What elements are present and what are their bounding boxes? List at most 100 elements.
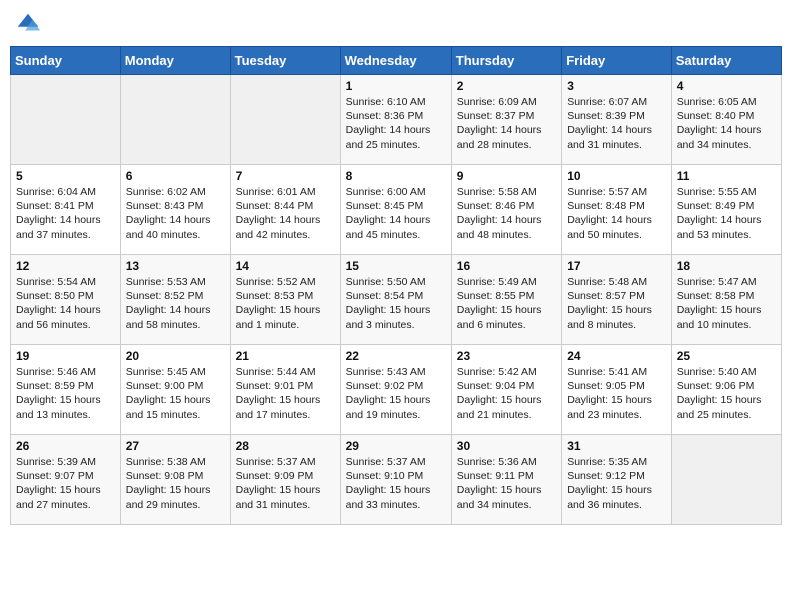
day-number: 20: [126, 349, 225, 363]
day-info: Sunrise: 5:37 AM Sunset: 9:09 PM Dayligh…: [236, 455, 335, 512]
day-number: 9: [457, 169, 556, 183]
day-info: Sunrise: 6:02 AM Sunset: 8:43 PM Dayligh…: [126, 185, 225, 242]
day-number: 5: [16, 169, 115, 183]
calendar-cell: 25Sunrise: 5:40 AM Sunset: 9:06 PM Dayli…: [671, 345, 781, 435]
logo: [14, 10, 44, 38]
calendar-week-4: 19Sunrise: 5:46 AM Sunset: 8:59 PM Dayli…: [11, 345, 782, 435]
calendar-cell: 5 Sunrise: 6:04 AM Sunset: 8:41 PM Daylig…: [11, 165, 121, 255]
calendar-body: 1Sunrise: 6:10 AM Sunset: 8:36 PM Daylig…: [11, 75, 782, 525]
day-info: Sunrise: 6:00 AM Sunset: 8:45 PM Dayligh…: [346, 185, 446, 242]
day-info: Sunrise: 5:44 AM Sunset: 9:01 PM Dayligh…: [236, 365, 335, 422]
calendar-week-5: 26 Sunrise: 5:39 AM Sunset: 9:07 PM Dayli…: [11, 435, 782, 525]
calendar-cell: 11 Sunrise: 5:55 AM Sunset: 8:49 PM Dayli…: [671, 165, 781, 255]
day-info: Sunrise: 6:07 AM Sunset: 8:39 PM Dayligh…: [567, 95, 666, 152]
day-number: 7: [236, 169, 335, 183]
calendar-cell: 29 Sunrise: 5:37 AM Sunset: 9:10 PM Dayli…: [340, 435, 451, 525]
calendar-cell: 10 Sunrise: 5:57 AM Sunset: 8:48 PM Dayli…: [562, 165, 672, 255]
day-info: Sunrise: 5:49 AM Sunset: 8:55 PM Dayligh…: [457, 275, 556, 332]
day-number: 27: [126, 439, 225, 453]
day-header-saturday: Saturday: [671, 47, 781, 75]
day-header-monday: Monday: [120, 47, 230, 75]
calendar-cell: 20 Sunrise: 5:45 AM Sunset: 9:00 PM Dayli…: [120, 345, 230, 435]
day-header-thursday: Thursday: [451, 47, 561, 75]
day-number: 1: [346, 79, 446, 93]
calendar-cell: 21 Sunrise: 5:44 AM Sunset: 9:01 PM Dayli…: [230, 345, 340, 435]
day-info: Sunrise: 6:01 AM Sunset: 8:44 PM Dayligh…: [236, 185, 335, 242]
day-number: 2: [457, 79, 556, 93]
calendar-cell: 18 Sunrise: 5:47 AM Sunset: 8:58 PM Dayli…: [671, 255, 781, 345]
day-info: Sunrise: 5:50 AM Sunset: 8:54 PM Dayligh…: [346, 275, 446, 332]
calendar-week-2: 5 Sunrise: 6:04 AM Sunset: 8:41 PM Daylig…: [11, 165, 782, 255]
day-number: 12: [16, 259, 115, 273]
day-info: Sunrise: 6:05 AM Sunset: 8:40 PM Dayligh…: [677, 95, 776, 152]
calendar-cell: 23Sunrise: 5:42 AM Sunset: 9:04 PM Dayli…: [451, 345, 561, 435]
day-info: Sunrise: 5:38 AM Sunset: 9:08 PM Dayligh…: [126, 455, 225, 512]
day-number: 18: [677, 259, 776, 273]
day-info: Sunrise: 5:41 AM Sunset: 9:05 PM Dayligh…: [567, 365, 666, 422]
day-info: Sunrise: 6:04 AM Sunset: 8:41 PM Dayligh…: [16, 185, 115, 242]
calendar-week-1: 1Sunrise: 6:10 AM Sunset: 8:36 PM Daylig…: [11, 75, 782, 165]
calendar-cell: 17Sunrise: 5:48 AM Sunset: 8:57 PM Dayli…: [562, 255, 672, 345]
calendar-cell: 9 Sunrise: 5:58 AM Sunset: 8:46 PM Daylig…: [451, 165, 561, 255]
calendar-cell: 4Sunrise: 6:05 AM Sunset: 8:40 PM Daylig…: [671, 75, 781, 165]
calendar-cell: 26 Sunrise: 5:39 AM Sunset: 9:07 PM Dayli…: [11, 435, 121, 525]
calendar-cell: 7 Sunrise: 6:01 AM Sunset: 8:44 PM Daylig…: [230, 165, 340, 255]
day-info: Sunrise: 5:46 AM Sunset: 8:59 PM Dayligh…: [16, 365, 115, 422]
day-number: 8: [346, 169, 446, 183]
day-number: 21: [236, 349, 335, 363]
calendar-cell: [671, 435, 781, 525]
calendar-cell: 13 Sunrise: 5:53 AM Sunset: 8:52 PM Dayli…: [120, 255, 230, 345]
calendar-week-3: 12 Sunrise: 5:54 AM Sunset: 8:50 PM Dayli…: [11, 255, 782, 345]
calendar-cell: 14Sunrise: 5:52 AM Sunset: 8:53 PM Dayli…: [230, 255, 340, 345]
day-number: 13: [126, 259, 225, 273]
calendar-cell: 28 Sunrise: 5:37 AM Sunset: 9:09 PM Dayli…: [230, 435, 340, 525]
day-number: 25: [677, 349, 776, 363]
day-number: 15: [346, 259, 446, 273]
day-number: 24: [567, 349, 666, 363]
day-number: 22: [346, 349, 446, 363]
day-number: 28: [236, 439, 335, 453]
calendar-cell: 12 Sunrise: 5:54 AM Sunset: 8:50 PM Dayli…: [11, 255, 121, 345]
day-info: Sunrise: 5:35 AM Sunset: 9:12 PM Dayligh…: [567, 455, 666, 512]
day-info: Sunrise: 5:58 AM Sunset: 8:46 PM Dayligh…: [457, 185, 556, 242]
logo-icon: [14, 10, 42, 38]
day-number: 23: [457, 349, 556, 363]
day-number: 3: [567, 79, 666, 93]
calendar-cell: 19Sunrise: 5:46 AM Sunset: 8:59 PM Dayli…: [11, 345, 121, 435]
calendar-cell: 8 Sunrise: 6:00 AM Sunset: 8:45 PM Daylig…: [340, 165, 451, 255]
calendar-cell: 27 Sunrise: 5:38 AM Sunset: 9:08 PM Dayli…: [120, 435, 230, 525]
day-number: 31: [567, 439, 666, 453]
day-info: Sunrise: 5:55 AM Sunset: 8:49 PM Dayligh…: [677, 185, 776, 242]
calendar-cell: 22Sunrise: 5:43 AM Sunset: 9:02 PM Dayli…: [340, 345, 451, 435]
day-header-tuesday: Tuesday: [230, 47, 340, 75]
calendar-cell: 24 Sunrise: 5:41 AM Sunset: 9:05 PM Dayli…: [562, 345, 672, 435]
day-info: Sunrise: 5:47 AM Sunset: 8:58 PM Dayligh…: [677, 275, 776, 332]
day-number: 6: [126, 169, 225, 183]
calendar-cell: 31 Sunrise: 5:35 AM Sunset: 9:12 PM Dayli…: [562, 435, 672, 525]
day-header-wednesday: Wednesday: [340, 47, 451, 75]
day-number: 10: [567, 169, 666, 183]
day-number: 29: [346, 439, 446, 453]
day-info: Sunrise: 6:09 AM Sunset: 8:37 PM Dayligh…: [457, 95, 556, 152]
day-info: Sunrise: 5:54 AM Sunset: 8:50 PM Dayligh…: [16, 275, 115, 332]
day-number: 16: [457, 259, 556, 273]
calendar-cell: 15 Sunrise: 5:50 AM Sunset: 8:54 PM Dayli…: [340, 255, 451, 345]
calendar-table: SundayMondayTuesdayWednesdayThursdayFrid…: [10, 46, 782, 525]
day-info: Sunrise: 5:45 AM Sunset: 9:00 PM Dayligh…: [126, 365, 225, 422]
calendar-cell: 2 Sunrise: 6:09 AM Sunset: 8:37 PM Daylig…: [451, 75, 561, 165]
day-header-friday: Friday: [562, 47, 672, 75]
day-info: Sunrise: 5:48 AM Sunset: 8:57 PM Dayligh…: [567, 275, 666, 332]
day-number: 26: [16, 439, 115, 453]
day-header-sunday: Sunday: [11, 47, 121, 75]
day-info: Sunrise: 5:53 AM Sunset: 8:52 PM Dayligh…: [126, 275, 225, 332]
day-info: Sunrise: 5:39 AM Sunset: 9:07 PM Dayligh…: [16, 455, 115, 512]
day-number: 11: [677, 169, 776, 183]
calendar-cell: [230, 75, 340, 165]
day-info: Sunrise: 5:37 AM Sunset: 9:10 PM Dayligh…: [346, 455, 446, 512]
day-number: 30: [457, 439, 556, 453]
calendar-cell: 3 Sunrise: 6:07 AM Sunset: 8:39 PM Daylig…: [562, 75, 672, 165]
day-number: 14: [236, 259, 335, 273]
day-info: Sunrise: 5:57 AM Sunset: 8:48 PM Dayligh…: [567, 185, 666, 242]
calendar-cell: [11, 75, 121, 165]
page-header: [10, 10, 782, 38]
